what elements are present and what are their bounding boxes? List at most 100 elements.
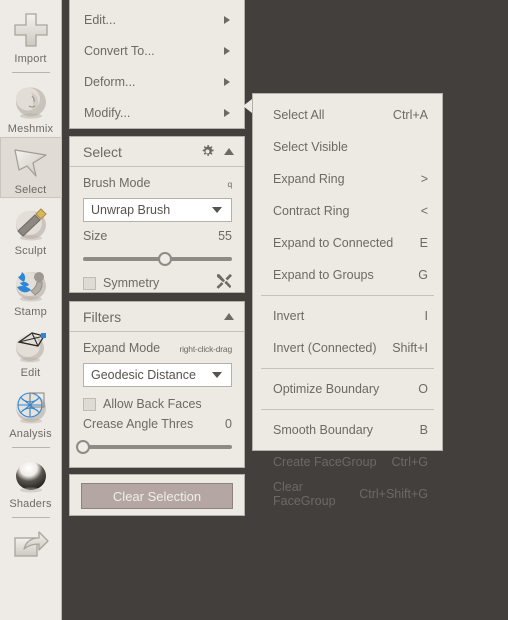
sidebar-divider: [11, 72, 50, 73]
context-menu-item[interactable]: Contract Ring <: [253, 195, 442, 227]
brush-mode-label: Brush Mode: [83, 176, 151, 190]
sidebar-item-select[interactable]: Select: [0, 137, 62, 198]
allow-back-faces-checkbox[interactable]: [83, 397, 96, 411]
expand-mode-select[interactable]: Geodesic Distance: [83, 363, 232, 387]
filters-panel-header: Filters: [70, 302, 244, 332]
panel-title: Filters: [83, 308, 122, 325]
menu-item-label: Edit...: [84, 12, 116, 27]
shaders-sphere-icon: [15, 462, 46, 493]
sidebar-item-label: Import: [14, 53, 47, 65]
slider-knob[interactable]: [76, 440, 90, 454]
context-menu-item-label: Expand to Groups: [273, 268, 374, 282]
context-menu-item-shortcut: >: [420, 172, 428, 186]
context-menu-item-label: Optimize Boundary: [273, 382, 380, 396]
sidebar-item-sculpt[interactable]: Sculpt: [0, 198, 62, 259]
menu-item-label: Deform...: [84, 74, 136, 89]
sidebar-item-edit[interactable]: Edit: [0, 320, 62, 381]
context-menu-item-label: Smooth Boundary: [273, 423, 374, 437]
gear-icon[interactable]: [201, 145, 214, 158]
context-menu-item[interactable]: Select All Ctrl+A: [253, 99, 442, 131]
panel-title: Select: [83, 143, 122, 160]
sidebar-item-import[interactable]: Import: [0, 6, 62, 67]
context-menu-item[interactable]: Optimize Boundary O: [253, 373, 442, 405]
tool-sidebar: Import Meshmix Select Sculpt Stamp Edit …: [0, 0, 62, 620]
brush-mode-hint: q: [227, 179, 232, 189]
context-menu-item[interactable]: Smooth Boundary B: [253, 414, 442, 446]
size-row: Size 55: [83, 229, 232, 247]
app-window: Import Meshmix Select Sculpt Stamp Edit …: [0, 0, 508, 620]
brush-mode-select[interactable]: Unwrap Brush: [83, 198, 232, 222]
menu-item-edit[interactable]: Edit...: [70, 4, 244, 35]
select-panel: Select Brush Mode q Unwrap Brush Size 55…: [69, 136, 245, 293]
context-menu-item[interactable]: Expand to Groups G: [253, 259, 442, 291]
menu-item-modify[interactable]: Modify...: [70, 97, 244, 128]
expand-mode-hint: right-click-drag: [179, 344, 232, 354]
context-menu-item-label: Select All: [273, 108, 325, 122]
plus-import-icon: [13, 13, 48, 47]
sidebar-divider: [11, 517, 50, 518]
context-menu-item-shortcut: I: [424, 309, 428, 323]
context-menu-item-shortcut: <: [420, 204, 428, 218]
context-menu-item[interactable]: Select Visible: [253, 131, 442, 163]
filters-panel-body: Expand Mode right-click-drag Geodesic Di…: [70, 332, 244, 454]
context-menu-item-label: Contract Ring: [273, 204, 350, 218]
chevron-up-icon[interactable]: [223, 312, 235, 321]
chevron-right-icon: [224, 77, 230, 86]
sculpt-brush-icon: [15, 208, 47, 241]
expand-mode-label: Expand Mode: [83, 341, 161, 355]
chevron-up-icon[interactable]: [223, 147, 235, 156]
chevron-down-icon: [212, 372, 222, 378]
wrench-screwdriver-icon[interactable]: [215, 273, 232, 294]
submenu-pointer-icon: [243, 99, 252, 113]
menu-separator: [261, 368, 434, 369]
context-menu-item[interactable]: Expand Ring >: [253, 163, 442, 195]
symmetry-label: Symmetry: [103, 276, 160, 290]
size-value: 55: [218, 229, 232, 243]
context-menu-item-shortcut: Shift+I: [392, 341, 428, 355]
context-menu-item[interactable]: Expand to Connected E: [253, 227, 442, 259]
context-menu-item-label: Expand Ring: [273, 172, 345, 186]
menu-item-deform[interactable]: Deform...: [70, 66, 244, 97]
crease-angle-row: Crease Angle Thres 0: [83, 417, 232, 435]
size-slider[interactable]: [83, 252, 232, 266]
slider-knob[interactable]: [157, 252, 172, 266]
sidebar-item-stamp[interactable]: Stamp: [0, 259, 62, 320]
menu-separator: [261, 295, 434, 296]
context-menu-item-label: Invert (Connected): [273, 341, 377, 355]
slider-track: [83, 445, 232, 449]
expand-mode-row: Expand Mode right-click-drag: [83, 341, 232, 359]
crease-angle-value: 0: [225, 417, 232, 431]
menu-item-convert-to[interactable]: Convert To...: [70, 35, 244, 66]
context-menu-item-shortcut: Ctrl+G: [391, 455, 428, 469]
context-menu-item[interactable]: Create FaceGroup Ctrl+G: [253, 446, 442, 478]
sidebar-item-label: Stamp: [14, 306, 47, 318]
sidebar-item-export[interactable]: [0, 521, 62, 569]
sidebar-item-label: Shaders: [9, 498, 52, 510]
filters-panel: Filters Expand Mode right-click-drag Geo…: [69, 301, 245, 468]
sidebar-item-label: Select: [14, 184, 47, 196]
crease-angle-slider[interactable]: [76, 440, 232, 454]
export-share-icon: [13, 531, 49, 557]
clear-selection-button[interactable]: Clear Selection: [81, 483, 233, 509]
sidebar-item-analysis[interactable]: Analysis: [0, 381, 62, 442]
context-menu-item-shortcut: O: [418, 382, 428, 396]
context-menu-item[interactable]: Clear FaceGroup Ctrl+Shift+G: [253, 478, 442, 510]
cursor-arrow-icon: [13, 149, 47, 177]
context-menu-item[interactable]: Invert (Connected) Shift+I: [253, 332, 442, 364]
selection-context-menu: Select All Ctrl+A Select Visible Expand Rin…: [252, 93, 443, 508]
sidebar-item-shaders[interactable]: Shaders: [0, 451, 62, 512]
select-panel-body: Brush Mode q Unwrap Brush Size 55 Symmet…: [70, 167, 244, 293]
command-menu: Edit... Convert To... Deform... Modify..…: [69, 0, 245, 129]
sidebar-item-meshmix[interactable]: Meshmix: [0, 76, 62, 137]
context-menu-item[interactable]: Invert I: [253, 300, 442, 332]
symmetry-checkbox[interactable]: [83, 276, 96, 290]
allow-back-faces-row: Allow Back Faces: [83, 394, 232, 414]
chevron-right-icon: [224, 108, 230, 117]
context-menu-item-label: Create FaceGroup: [273, 455, 377, 469]
meshmix-head-icon: [15, 87, 46, 119]
analysis-wire-icon: [15, 392, 46, 424]
symmetry-row: Symmetry: [83, 273, 232, 293]
menu-item-label: Convert To...: [84, 43, 155, 58]
context-menu-item-shortcut: G: [418, 268, 428, 282]
sidebar-item-label: Sculpt: [14, 245, 47, 257]
